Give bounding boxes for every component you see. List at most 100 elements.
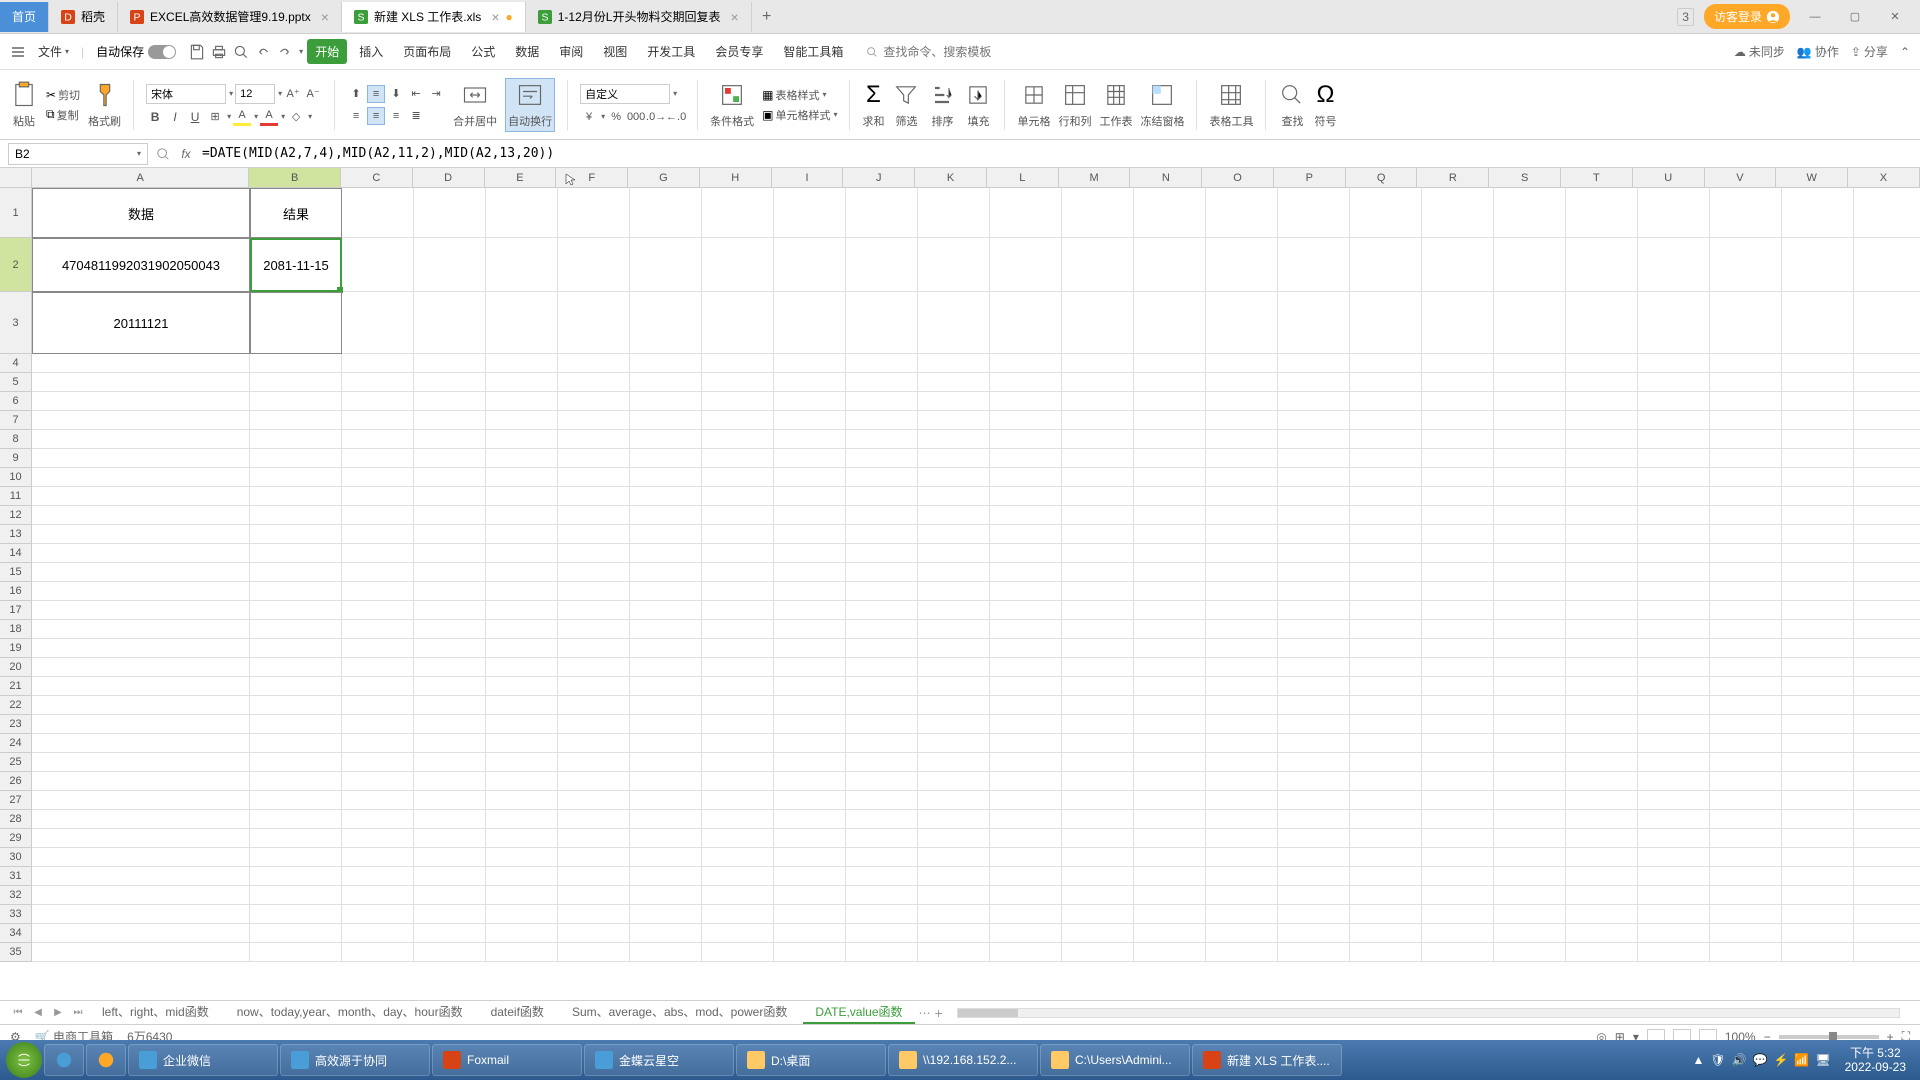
cell[interactable] xyxy=(342,468,414,487)
cell[interactable] xyxy=(32,886,250,905)
cell[interactable] xyxy=(414,373,486,392)
cell[interactable] xyxy=(250,354,342,373)
cell[interactable] xyxy=(630,411,702,430)
cell[interactable] xyxy=(486,449,558,468)
cell[interactable] xyxy=(918,430,990,449)
cell[interactable] xyxy=(1566,582,1638,601)
cell[interactable] xyxy=(1350,292,1422,354)
cell[interactable] xyxy=(486,582,558,601)
cell[interactable] xyxy=(558,506,630,525)
cell[interactable] xyxy=(1206,734,1278,753)
cell[interactable] xyxy=(774,943,846,962)
cell[interactable] xyxy=(774,188,846,238)
cell[interactable] xyxy=(486,468,558,487)
cell[interactable] xyxy=(630,810,702,829)
cell[interactable] xyxy=(918,924,990,943)
cell[interactable] xyxy=(1710,639,1782,658)
cell[interactable] xyxy=(918,639,990,658)
cell[interactable] xyxy=(1206,791,1278,810)
cell[interactable] xyxy=(918,373,990,392)
cell[interactable] xyxy=(1062,658,1134,677)
row-header-6[interactable]: 6 xyxy=(0,392,31,411)
cell[interactable] xyxy=(1566,354,1638,373)
cell[interactable] xyxy=(342,715,414,734)
cell[interactable] xyxy=(414,848,486,867)
cell[interactable] xyxy=(1494,373,1566,392)
freeze-button[interactable]: 冻结窗格 xyxy=(1140,81,1184,129)
col-header-V[interactable]: V xyxy=(1705,168,1777,187)
cell[interactable] xyxy=(918,905,990,924)
cell[interactable] xyxy=(414,430,486,449)
cell[interactable] xyxy=(990,867,1062,886)
fill-button[interactable]: 填充 xyxy=(964,81,992,129)
cell[interactable] xyxy=(32,943,250,962)
cell[interactable] xyxy=(1062,373,1134,392)
cell[interactable] xyxy=(250,848,342,867)
cell[interactable] xyxy=(630,449,702,468)
cell[interactable] xyxy=(1566,292,1638,354)
cell[interactable] xyxy=(1278,563,1350,582)
cell[interactable] xyxy=(342,734,414,753)
cell[interactable] xyxy=(1278,506,1350,525)
cell[interactable] xyxy=(1854,354,1920,373)
cell-style-button[interactable]: ▣单元格样式▾ xyxy=(762,107,837,123)
cell[interactable] xyxy=(1710,658,1782,677)
cell[interactable] xyxy=(1278,943,1350,962)
cell[interactable] xyxy=(1494,886,1566,905)
cell[interactable] xyxy=(1134,943,1206,962)
row-header-2[interactable]: 2 xyxy=(0,238,31,292)
cell[interactable] xyxy=(1710,188,1782,238)
cell[interactable] xyxy=(918,449,990,468)
name-box[interactable]: B2 ▾ xyxy=(8,143,148,165)
cell[interactable] xyxy=(32,677,250,696)
cell[interactable] xyxy=(342,620,414,639)
cell[interactable] xyxy=(1782,905,1854,924)
cell[interactable] xyxy=(1350,373,1422,392)
login-badge[interactable]: 访客登录 xyxy=(1704,4,1790,29)
cell[interactable] xyxy=(558,772,630,791)
cell[interactable] xyxy=(774,810,846,829)
cell[interactable] xyxy=(414,468,486,487)
cell[interactable] xyxy=(1854,696,1920,715)
cell[interactable] xyxy=(250,886,342,905)
cell[interactable] xyxy=(1566,772,1638,791)
cell[interactable] xyxy=(414,772,486,791)
cell[interactable] xyxy=(702,487,774,506)
cell[interactable] xyxy=(1854,563,1920,582)
cell[interactable] xyxy=(1278,392,1350,411)
cell[interactable] xyxy=(1206,829,1278,848)
formula-input[interactable] xyxy=(196,143,1920,165)
cell[interactable] xyxy=(1638,373,1710,392)
cell[interactable] xyxy=(1710,506,1782,525)
cell[interactable] xyxy=(990,506,1062,525)
cell[interactable] xyxy=(1638,292,1710,354)
bold-button[interactable]: B xyxy=(146,108,164,126)
cell[interactable] xyxy=(1854,810,1920,829)
cell[interactable] xyxy=(1566,867,1638,886)
cell[interactable] xyxy=(990,696,1062,715)
cell[interactable] xyxy=(1206,373,1278,392)
undo-icon[interactable] xyxy=(254,43,272,61)
cell[interactable] xyxy=(846,601,918,620)
find-button[interactable]: 查找 xyxy=(1278,81,1306,129)
cell[interactable] xyxy=(1782,292,1854,354)
cell[interactable] xyxy=(32,810,250,829)
cell[interactable] xyxy=(1638,449,1710,468)
row-header-15[interactable]: 15 xyxy=(0,563,31,582)
cell[interactable] xyxy=(1350,582,1422,601)
italic-button[interactable]: I xyxy=(166,108,184,126)
cell[interactable] xyxy=(702,734,774,753)
cell[interactable] xyxy=(414,924,486,943)
cell[interactable] xyxy=(1782,639,1854,658)
cell[interactable] xyxy=(250,867,342,886)
tray-icon[interactable]: 💬 xyxy=(1753,1053,1768,1067)
cell[interactable] xyxy=(1350,639,1422,658)
cell[interactable] xyxy=(990,601,1062,620)
cell[interactable] xyxy=(1638,734,1710,753)
cell[interactable] xyxy=(486,487,558,506)
cell[interactable] xyxy=(1422,886,1494,905)
cell[interactable] xyxy=(414,734,486,753)
cell[interactable] xyxy=(342,696,414,715)
cell[interactable] xyxy=(250,677,342,696)
cell[interactable] xyxy=(1782,392,1854,411)
